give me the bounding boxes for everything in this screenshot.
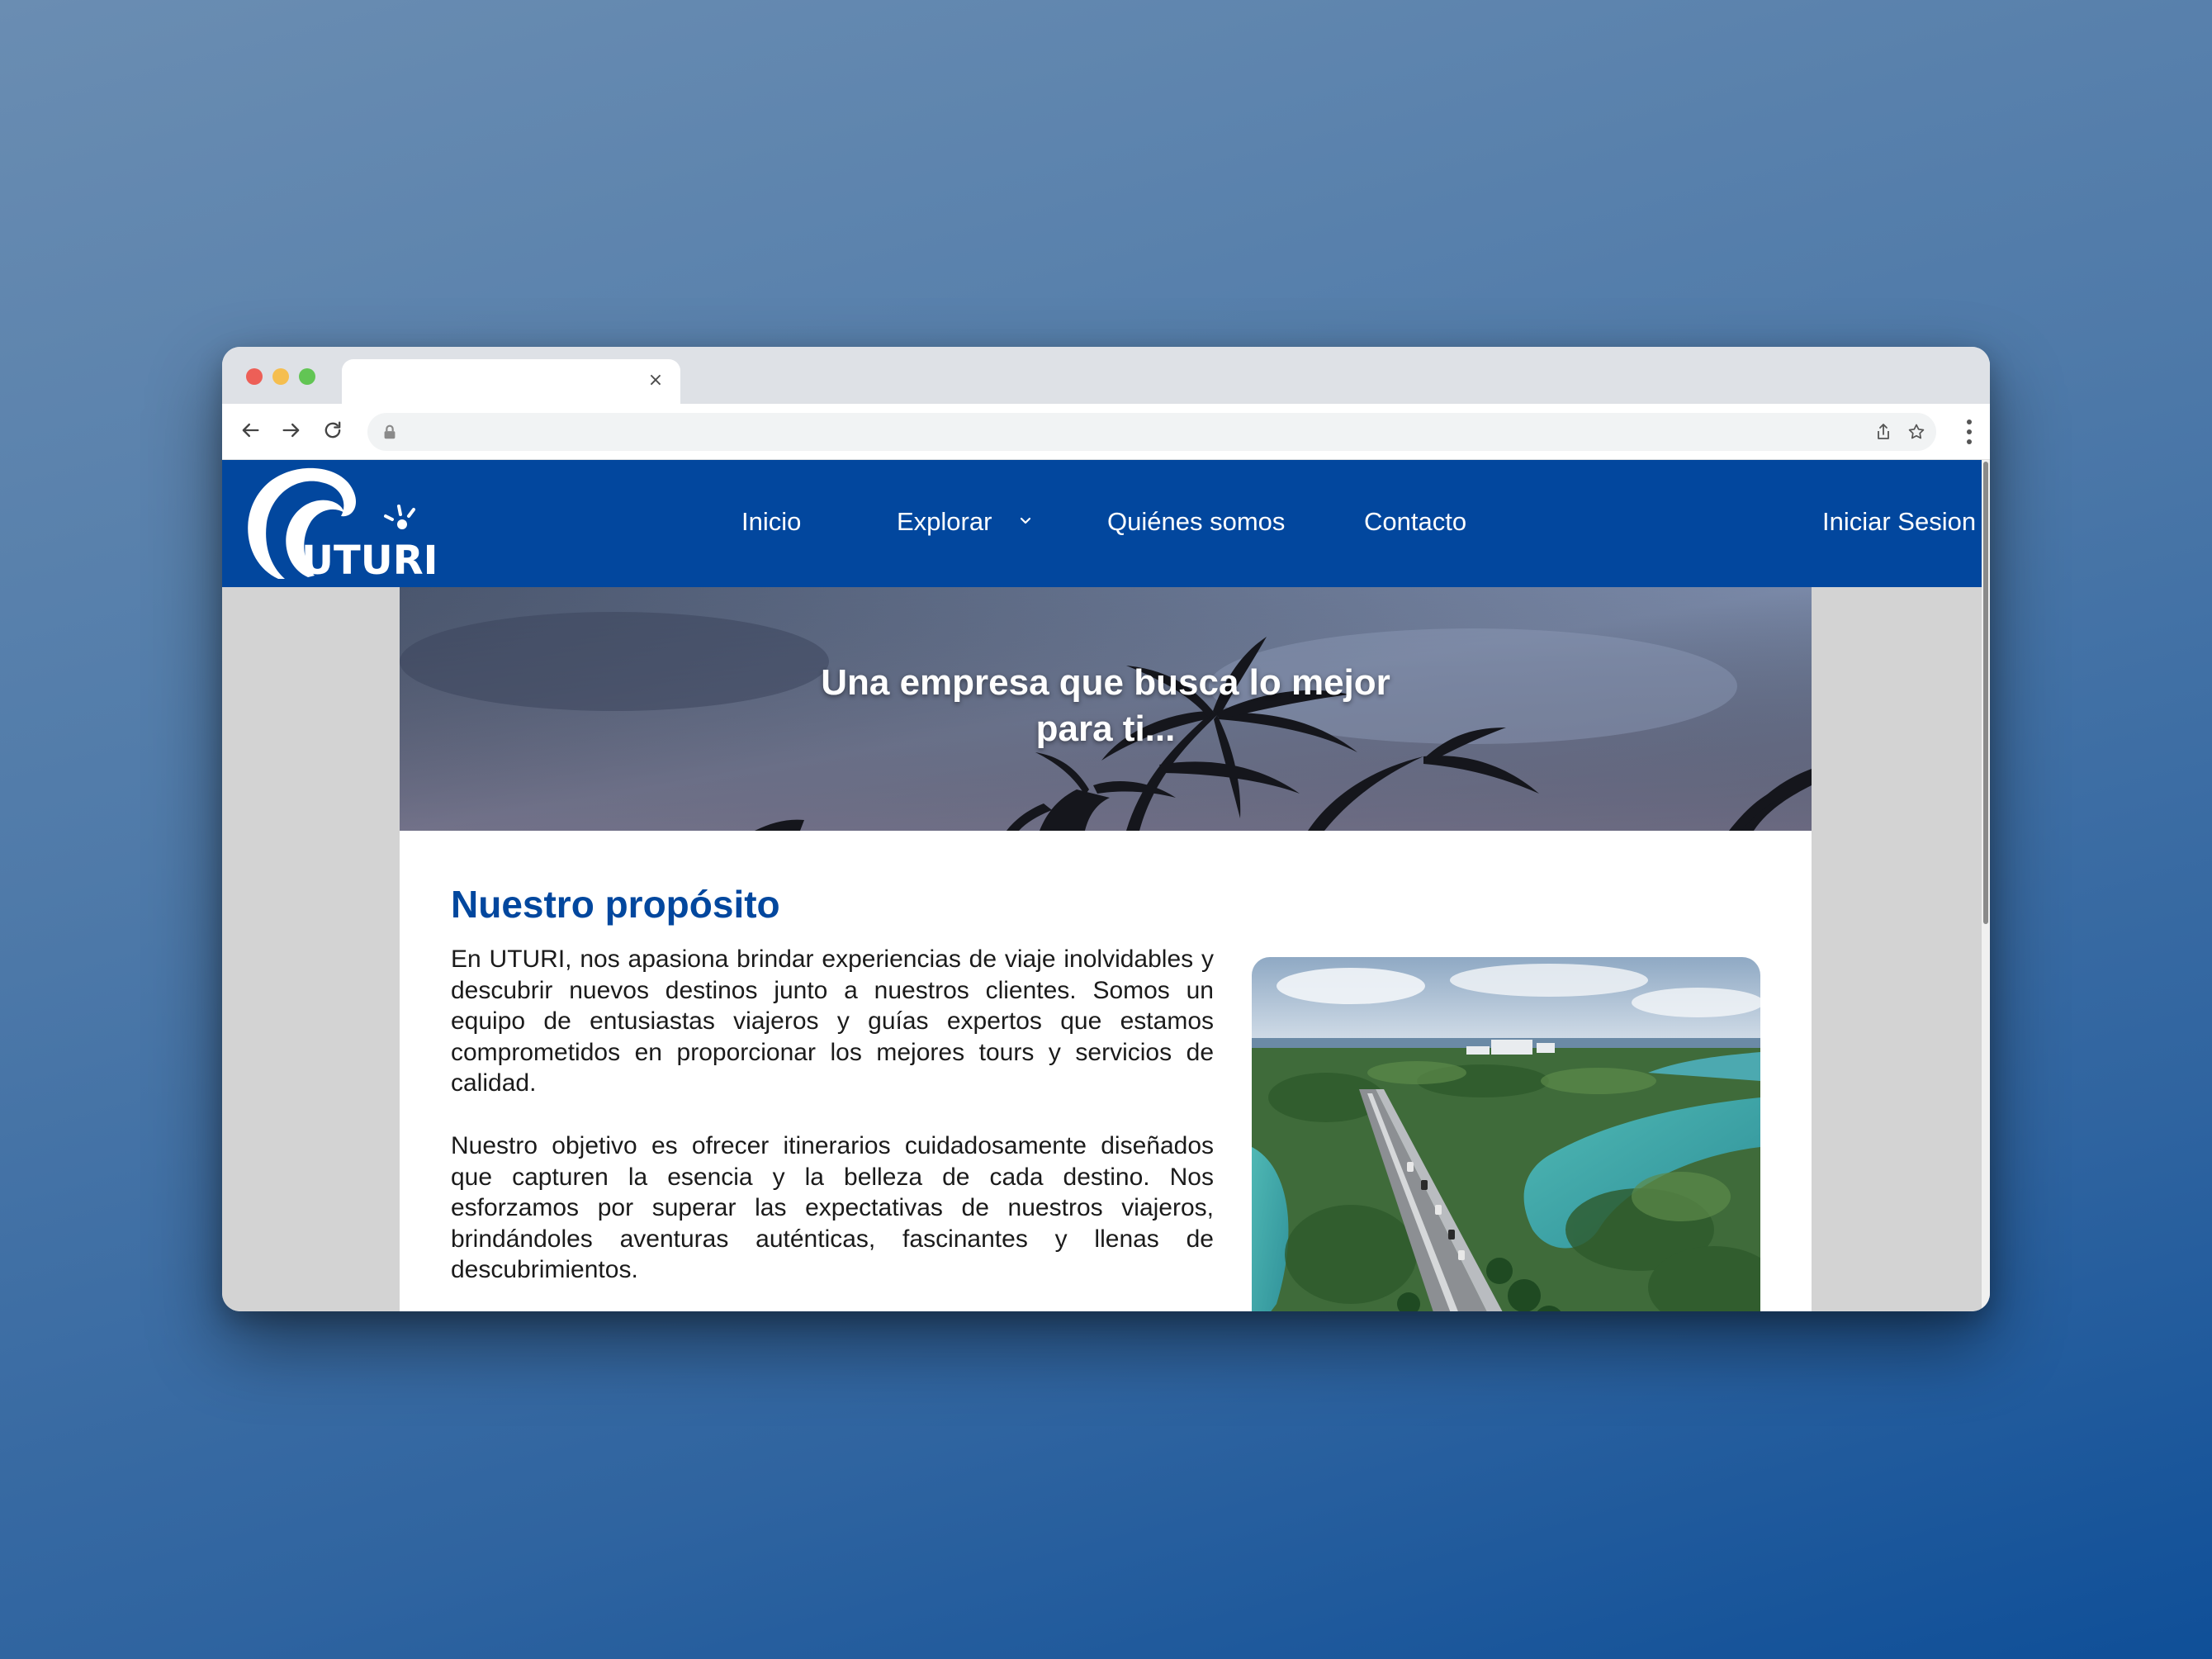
close-window-button[interactable] [246, 368, 263, 385]
nav-inicio[interactable]: Inicio [741, 501, 801, 543]
web-page: UTURI Inicio Explorar Quiénes somos Cont… [222, 460, 1990, 1311]
site-header: UTURI Inicio Explorar Quiénes somos Cont… [222, 460, 1982, 587]
nav-explorar[interactable]: Explorar [897, 501, 992, 543]
browser-toolbar [222, 404, 1990, 460]
browser-window: × UTURI Inicio Explorar Quiénes somos Co… [222, 347, 1990, 1311]
scrollbar-thumb[interactable] [1983, 462, 1988, 924]
reload-icon [324, 421, 341, 438]
active-tab[interactable]: × [342, 359, 680, 404]
section-title: Nuestro propósito [451, 883, 780, 926]
aerial-bridge-image [1252, 957, 1760, 1311]
nav-contacto[interactable]: Contacto [1364, 501, 1466, 543]
nav-quienes-somos[interactable]: Quiénes somos [1107, 501, 1285, 543]
chevron-down-icon[interactable] [1017, 513, 1034, 529]
hero-title-line-1: Una empresa que busca lo mejor [821, 662, 1390, 703]
back-arrow-icon [242, 423, 259, 438]
maximize-window-button[interactable] [299, 368, 315, 385]
bookmark-star-icon[interactable] [1906, 422, 1926, 442]
forward-arrow-icon [282, 423, 300, 438]
page-scrollbar[interactable] [1982, 460, 1990, 1311]
back-button[interactable] [234, 414, 267, 447]
hero-title-line-2: para ti... [1035, 709, 1176, 749]
about-paragraph-2: Nuestro objetivo es ofrecer itinerarios … [451, 1132, 1214, 1283]
logo-wordmark: UTURI [301, 538, 437, 584]
main-content: Una empresa que busca lo mejor para ti..… [400, 587, 1812, 1311]
more-vert-icon[interactable] [1965, 415, 1973, 448]
forward-button[interactable] [275, 414, 308, 447]
uturi-logo[interactable]: UTURI [239, 465, 437, 585]
login-link[interactable]: Iniciar Sesion [1822, 501, 1976, 543]
about-paragraph-1: En UTURI, nos apasiona brindar experienc… [451, 946, 1214, 1097]
minimize-window-button[interactable] [272, 368, 289, 385]
address-bar[interactable] [367, 413, 1936, 451]
share-icon[interactable] [1873, 422, 1893, 442]
lock-icon [384, 424, 396, 439]
reload-button[interactable] [316, 414, 349, 447]
bridge-lagoon-photo [1252, 957, 1760, 1311]
hero-banner: Una empresa que busca lo mejor para ti..… [400, 587, 1812, 831]
hero-title: Una empresa que busca lo mejor para ti..… [400, 660, 1812, 752]
tab-strip: × [222, 347, 1990, 404]
tab-close-icon[interactable]: × [642, 367, 669, 394]
